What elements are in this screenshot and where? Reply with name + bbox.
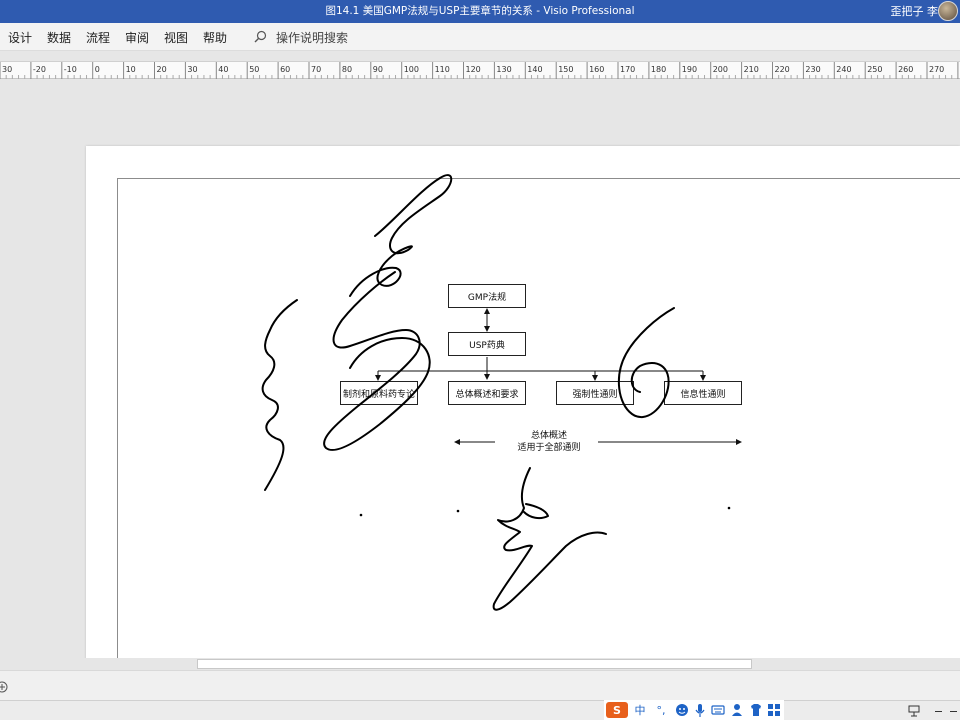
ime-punctuation-toggle[interactable]: °, — [652, 702, 670, 718]
ruler-label: 170 — [620, 65, 635, 74]
category-box-mandatory[interactable]: 强制性通则 — [556, 381, 634, 405]
horizontal-ruler: 30 -20 -10 0 10 20 30 40 50 60 70 80 90 100 110 120 130 1… — [0, 61, 960, 79]
ruler-label: 10 — [126, 65, 136, 74]
ruler-label: 220 — [775, 65, 790, 74]
ruler-label: 210 — [744, 65, 759, 74]
category-box-informational[interactable]: 信息性通则 — [664, 381, 742, 405]
window-title: 图14.1 美国GMP法规与USP主要章节的关系 - Visio Profess… — [325, 5, 635, 17]
ruler-label: 270 — [929, 65, 944, 74]
tab-data[interactable]: 数据 — [47, 29, 71, 46]
usp-box[interactable]: USP药典 — [448, 332, 526, 356]
ruler-label: 20 — [157, 65, 167, 74]
gmp-box[interactable]: GMP法规 — [448, 284, 526, 308]
ruler-label: 160 — [589, 65, 604, 74]
ruler-label: 80 — [342, 65, 352, 74]
add-page-icon[interactable] — [0, 681, 8, 693]
keyboard-icon[interactable] — [710, 702, 726, 718]
microphone-icon[interactable] — [692, 702, 708, 718]
ruler-label: 40 — [218, 65, 228, 74]
ruler-label: 250 — [867, 65, 882, 74]
ruler-label: 140 — [527, 65, 542, 74]
ruler-label: 200 — [713, 65, 728, 74]
tab-view[interactable]: 视图 — [164, 29, 188, 46]
status-bar — [0, 670, 960, 700]
ruler-label: 0 — [95, 65, 100, 74]
ruler-label: 230 — [805, 65, 820, 74]
ruler-label: -10 — [64, 65, 77, 74]
ruler-label: -20 — [33, 65, 46, 74]
minimize-icon[interactable] — [935, 711, 942, 712]
ruler-label: 260 — [898, 65, 913, 74]
search-icon[interactable] — [254, 30, 267, 43]
ruler-label: 50 — [249, 65, 259, 74]
ime-mode-toggle[interactable]: 中 — [632, 702, 648, 718]
display-icon[interactable] — [908, 705, 920, 717]
page-margin-frame — [117, 178, 960, 658]
ruler-label: 70 — [311, 65, 321, 74]
taskbar — [0, 700, 960, 720]
user-name[interactable]: 歪把子 李 — [891, 3, 939, 19]
ruler-label: 180 — [651, 65, 666, 74]
user-settings-icon[interactable] — [730, 702, 746, 718]
ruler-label: 60 — [280, 65, 290, 74]
scope-note[interactable]: 总体概述 适用于全部通则 — [505, 430, 593, 454]
tab-design[interactable]: 设计 — [8, 29, 32, 46]
category-box-monographs[interactable]: 制剂和原料药专论 — [340, 381, 418, 405]
tab-review[interactable]: 审阅 — [125, 29, 149, 46]
ruler-label: 120 — [466, 65, 481, 74]
ruler-label: 100 — [404, 65, 419, 74]
ruler-label: 240 — [836, 65, 851, 74]
category-box-general[interactable]: 总体概述和要求 — [448, 381, 526, 405]
ruler-label: 30 — [187, 65, 197, 74]
scope-note-line-2: 适用于全部通则 — [517, 443, 581, 453]
tab-help[interactable]: 帮助 — [203, 29, 227, 46]
skin-icon[interactable] — [748, 702, 764, 718]
ruler-label: 110 — [435, 65, 450, 74]
ruler-label: 190 — [682, 65, 697, 74]
avatar[interactable] — [938, 1, 958, 21]
ribbon-tab-bar: 设计 数据 流程 审阅 视图 帮助 操作说明搜索 — [0, 23, 960, 51]
ime-toolbar: S 中 °, — [604, 700, 784, 720]
overflow-icon[interactable] — [950, 711, 957, 712]
search-input[interactable]: 操作说明搜索 — [276, 29, 348, 46]
ruler-label: 30 — [2, 65, 12, 74]
toolbox-grid-icon[interactable] — [766, 702, 782, 718]
title-bar: 图14.1 美国GMP法规与USP主要章节的关系 - Visio Profess… — [0, 0, 960, 23]
ruler-label: 90 — [373, 65, 383, 74]
horizontal-scroll-thumb[interactable] — [197, 659, 752, 669]
ruler-scale: 30 -20 -10 0 10 20 30 40 50 60 70 80 90 100 110 120 130 1… — [0, 62, 960, 79]
emoji-icon[interactable] — [674, 702, 690, 718]
tab-process[interactable]: 流程 — [86, 29, 110, 46]
ime-logo-icon[interactable]: S — [606, 702, 628, 718]
ruler-label: 150 — [558, 65, 573, 74]
scope-note-line-1: 总体概述 — [530, 431, 567, 441]
ruler-label: 130 — [496, 65, 511, 74]
